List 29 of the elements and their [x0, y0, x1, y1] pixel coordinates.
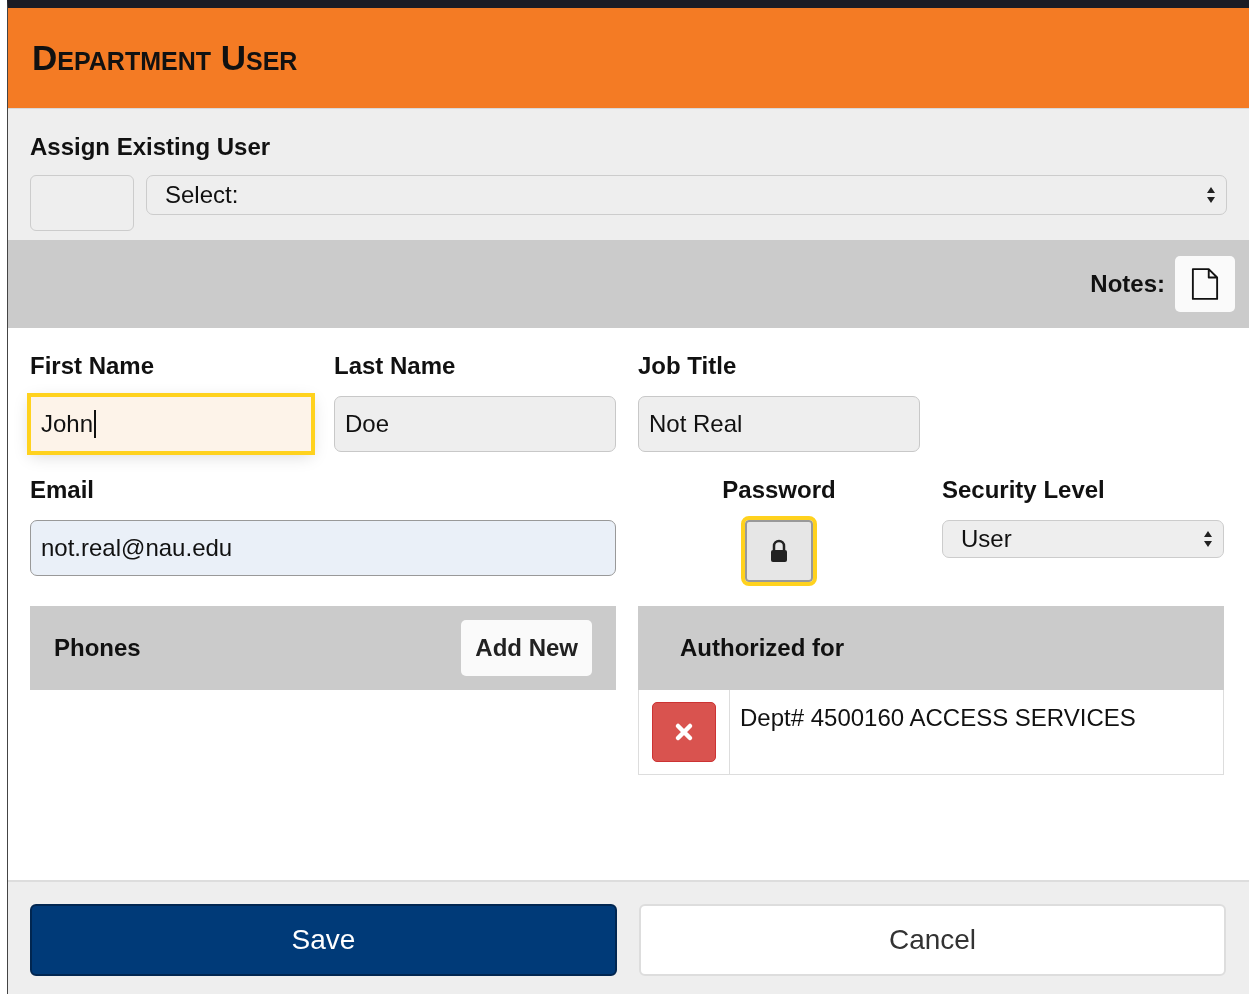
- assign-label: Assign Existing User: [30, 133, 272, 161]
- field-label: Email: [30, 476, 96, 504]
- updown-icon: [1206, 186, 1216, 204]
- cancel-button[interactable]: Cancel: [639, 904, 1226, 976]
- document-icon: [1191, 267, 1219, 301]
- input-field[interactable]: [30, 175, 134, 231]
- table-cell-text: Dept# 4500160 ACCESS SERVICES: [739, 703, 1137, 733]
- field-label: Security Level: [942, 476, 1106, 504]
- assign-select[interactable]: Select:: [146, 175, 1227, 215]
- phones-title: Phones: [54, 634, 141, 662]
- field-label: Last Name: [334, 352, 457, 380]
- close-icon: [674, 722, 694, 742]
- authorized-title: Authorized for: [680, 634, 844, 662]
- input-field[interactable]: John: [30, 396, 312, 452]
- remove-button[interactable]: [652, 702, 716, 762]
- notes-label: Notes:: [1090, 270, 1165, 298]
- dialog-title: Department User: [32, 38, 298, 78]
- field-label: Password: [722, 476, 836, 504]
- lock-icon: [769, 539, 789, 563]
- email-field[interactable]: not.real@nau.edu: [30, 520, 616, 576]
- input-field[interactable]: Not Real: [638, 396, 920, 452]
- save-button[interactable]: Save: [30, 904, 617, 976]
- input-field[interactable]: Doe: [334, 396, 616, 452]
- security-select[interactable]: User: [942, 520, 1224, 558]
- updown-icon: [1203, 530, 1213, 548]
- field-label: Job Title: [638, 352, 738, 380]
- add-new-button[interactable]: Add New: [461, 620, 592, 676]
- field-label: First Name: [30, 352, 156, 380]
- notes-button[interactable]: [1175, 256, 1235, 312]
